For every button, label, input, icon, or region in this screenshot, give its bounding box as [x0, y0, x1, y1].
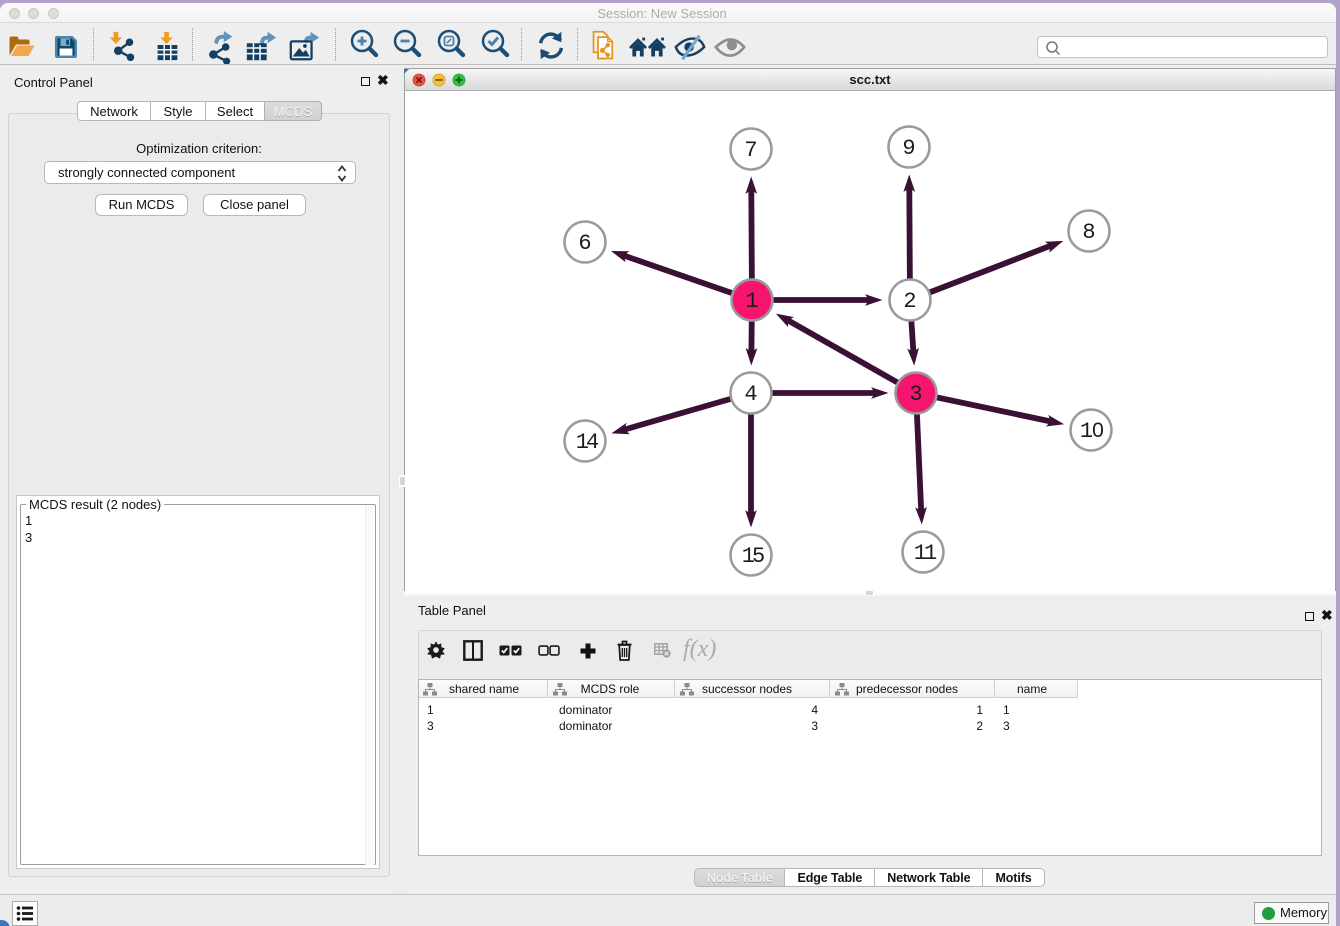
svg-text:0: 0	[1092, 419, 1104, 442]
svg-text:3: 3	[909, 382, 922, 407]
svg-text:2: 2	[903, 289, 916, 314]
svg-text:7: 7	[744, 138, 757, 163]
svg-text:1: 1	[745, 289, 758, 314]
svg-text:4: 4	[744, 382, 757, 407]
svg-text:14: 14	[576, 430, 599, 455]
svg-text:6: 6	[578, 231, 591, 256]
svg-text:11: 11	[914, 541, 937, 566]
svg-text:9: 9	[902, 136, 915, 161]
svg-text:1: 1	[1080, 419, 1093, 444]
svg-text:15: 15	[742, 544, 764, 569]
svg-text:8: 8	[1082, 220, 1095, 245]
